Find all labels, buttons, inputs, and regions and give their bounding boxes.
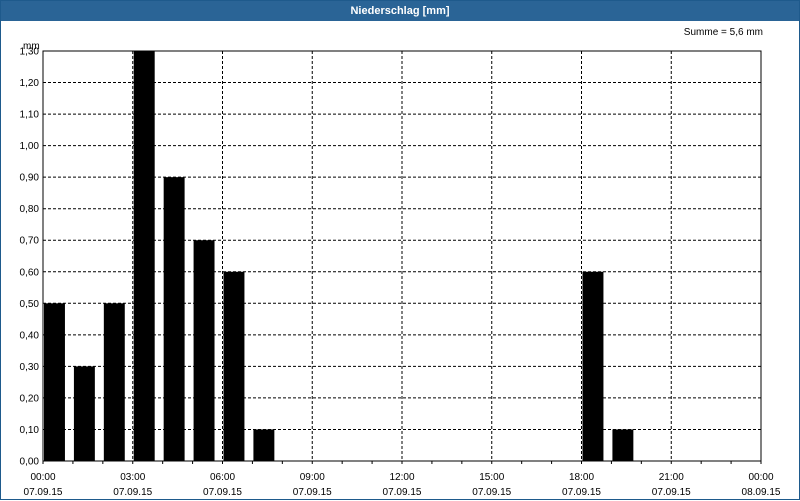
x-tick-date: 07.09.15: [293, 487, 332, 498]
x-tick-time: 21:00: [659, 472, 684, 483]
y-tick-label: 0,10: [20, 425, 40, 436]
precip-bar: [73, 366, 95, 461]
precip-bar: [253, 429, 275, 461]
x-tick-date: 07.09.15: [113, 487, 152, 498]
x-tick-time: 09:00: [300, 472, 325, 483]
y-tick-label: 1,30: [20, 47, 40, 58]
y-tick-label: 0,30: [20, 362, 40, 373]
x-tick-date: 08.09.15: [742, 487, 781, 498]
y-tick-label: 0,90: [20, 173, 40, 184]
x-tick-date: 07.09.15: [652, 487, 691, 498]
x-tick-date: 07.09.15: [472, 487, 511, 498]
precip-bar: [193, 240, 215, 461]
x-tick-time: 12:00: [389, 472, 414, 483]
x-tick-time: 00:00: [30, 472, 55, 483]
y-tick-label: 0,60: [20, 267, 40, 278]
precip-bar: [44, 303, 65, 461]
precip-bar: [582, 271, 604, 461]
precip-bar: [133, 51, 155, 461]
precip-bar: [163, 177, 185, 461]
x-tick-time: 00:00: [748, 472, 773, 483]
y-tick-label: 1,20: [20, 78, 40, 89]
y-tick-label: 0,00: [20, 457, 40, 468]
y-tick-label: 0,70: [20, 236, 40, 247]
x-tick-time: 18:00: [569, 472, 594, 483]
x-tick-date: 07.09.15: [24, 487, 63, 498]
y-tick-label: 0,50: [20, 299, 40, 310]
x-tick-date: 07.09.15: [562, 487, 601, 498]
precip-bar: [103, 303, 125, 461]
x-tick-date: 07.09.15: [383, 487, 422, 498]
y-tick-label: 1,10: [20, 110, 40, 121]
x-tick-time: 06:00: [210, 472, 235, 483]
y-tick-label: 0,40: [20, 330, 40, 341]
y-tick-label: 0,20: [20, 393, 40, 404]
x-tick-time: 03:00: [120, 472, 145, 483]
x-tick-time: 15:00: [479, 472, 504, 483]
precip-bar: [612, 429, 634, 461]
chart-window: Niederschlag [mm] Summe = 5,6 mm mm 0,00…: [0, 0, 800, 500]
precip-bar: [223, 271, 245, 461]
x-tick-date: 07.09.15: [203, 487, 242, 498]
y-tick-label: 0,80: [20, 204, 40, 215]
precipitation-chart: 0,00 0,10 0,20 0,30 0,40 0,50 0,60 0,70 0,80 0,90…: [20, 47, 781, 499]
y-tick-label: 1,00: [20, 141, 40, 152]
